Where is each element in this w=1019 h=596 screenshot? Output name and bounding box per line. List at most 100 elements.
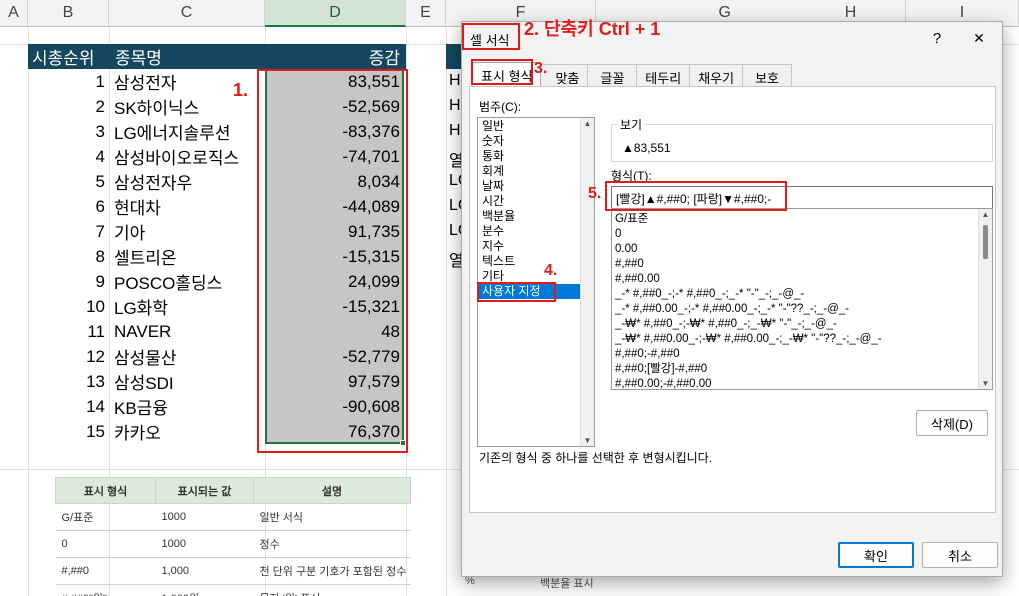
annotation-step2: 2. 단축키 Ctrl + 1 [524, 19, 661, 39]
rank-cell[interactable]: 5 [28, 169, 109, 194]
stock-name-cell[interactable]: NAVER [114, 319, 265, 344]
stock-name-cell[interactable]: 삼성물산 [114, 344, 265, 369]
format-item[interactable]: _-₩* #,##0_-;-₩* #,##0_-;_-₩* "-"_-;_-@_… [612, 317, 992, 332]
stock-name-cell[interactable]: 셀트리온 [114, 244, 265, 269]
category-item[interactable]: 통화 [478, 149, 594, 164]
annotation-step1: 1. [233, 80, 249, 100]
stock-name-cell[interactable]: 카카오 [114, 419, 265, 444]
cancel-button[interactable]: 취소 [922, 542, 998, 568]
ref-table-cell: 문자 '원' 표시 [253, 584, 411, 596]
category-item[interactable]: 시간 [478, 194, 594, 209]
column-header-c[interactable]: C [109, 0, 265, 27]
rank-cell[interactable]: 10 [28, 294, 109, 319]
stock-name-cell[interactable]: KB금융 [114, 394, 265, 419]
format-item[interactable]: G/표준 [612, 212, 992, 227]
ref-table-cell: 1,000 [155, 557, 254, 585]
ref-table-cell: 0 [55, 530, 156, 558]
close-icon[interactable]: ✕ [966, 26, 992, 50]
hidden-cell[interactable]: H [449, 72, 461, 90]
column-header-b[interactable]: B [28, 0, 109, 27]
ok-button[interactable]: 확인 [838, 542, 914, 568]
annotation-box-category [477, 282, 556, 302]
rank-cell[interactable]: 12 [28, 344, 109, 369]
format-item[interactable]: #,##0;[빨강]-#,##0 [612, 362, 992, 377]
header-name[interactable]: 종목명 [115, 44, 162, 69]
header-rank[interactable]: 시총순위 [32, 44, 95, 69]
stock-name-cell[interactable]: 삼성바이오로직스 [114, 144, 265, 169]
sample-group: 보기 ▲83,551 [611, 116, 993, 162]
ref-table-row: #,##0 1,000 천 단위 구분 기호가 포함된 정수 [55, 557, 411, 585]
rank-cell[interactable]: 13 [28, 369, 109, 394]
rank-cell[interactable]: 15 [28, 419, 109, 444]
format-item[interactable]: #,##0;-#,##0 [612, 347, 992, 362]
annotation-box-range [257, 69, 408, 453]
category-item[interactable]: 지수 [478, 239, 594, 254]
rank-cell[interactable]: 1 [28, 69, 109, 94]
rank-cell[interactable]: 7 [28, 219, 109, 244]
category-item[interactable]: 텍스트 [478, 254, 594, 269]
stock-name-cell[interactable]: 기아 [114, 219, 265, 244]
scroll-down-icon[interactable]: ▼ [979, 379, 992, 388]
tab-fill[interactable]: 채우기 [689, 64, 744, 87]
format-item[interactable]: _-* #,##0_-;-* #,##0_-;_-* "-"_-;_-@_- [612, 287, 992, 302]
category-item[interactable]: 분수 [478, 224, 594, 239]
ref-table-row: #,##0"원"1,000원문자 '원' 표시 [55, 584, 411, 596]
tab-alignment[interactable]: 맞춤 [540, 64, 589, 87]
annotation-box-title [462, 23, 520, 50]
rank-cell[interactable]: 2 [28, 94, 109, 119]
ref-table-row: G/표준 1000 일반 서식 [55, 503, 411, 531]
format-item[interactable]: #,##0.00 [612, 272, 992, 287]
hidden-cell[interactable]: H [449, 97, 461, 115]
ref-table-row: 0 1000 정수 [55, 530, 411, 558]
format-item[interactable]: 0.00 [612, 242, 992, 257]
format-scrollbar[interactable]: ▲ ▼ [978, 209, 992, 389]
scroll-thumb[interactable] [983, 225, 988, 259]
tab-border[interactable]: 테두리 [636, 64, 691, 87]
rank-cell[interactable]: 4 [28, 144, 109, 169]
hidden-cell[interactable]: H [449, 122, 461, 140]
rank-cell[interactable]: 14 [28, 394, 109, 419]
format-list[interactable]: G/표준 0 0.00 #,##0 #,##0.00 _-* #,##0_-;-* #,#… [611, 208, 993, 390]
stock-name-cell[interactable]: POSCO홀딩스 [114, 269, 265, 294]
category-label: 범주(C): [479, 100, 522, 114]
stock-name-cell[interactable]: 삼성전자우 [114, 169, 265, 194]
help-icon[interactable]: ? [924, 26, 950, 50]
category-item[interactable]: 날짜 [478, 179, 594, 194]
format-cells-dialog: 셀 서식 ? ✕ 표시 형식 맞춤 글꼴 테두리 채우기 보호 범주(C): 일… [461, 19, 1003, 577]
column-header-e[interactable]: E [406, 0, 446, 27]
column-header-d[interactable]: D [265, 0, 406, 27]
category-item[interactable]: 숫자 [478, 134, 594, 149]
rank-cell[interactable]: 6 [28, 194, 109, 219]
category-item[interactable]: 회계 [478, 164, 594, 179]
annotation-box-tab [471, 59, 533, 85]
rank-cell[interactable]: 11 [28, 319, 109, 344]
scroll-up-icon[interactable]: ▲ [581, 119, 594, 128]
format-item[interactable]: #,##0 [612, 257, 992, 272]
tab-font[interactable]: 글꼴 [587, 64, 638, 87]
scroll-down-icon[interactable]: ▼ [581, 436, 594, 445]
stock-name-cell[interactable]: 삼성SDI [114, 369, 265, 394]
format-item[interactable]: #,##0.00;-#,##0.00 [612, 377, 992, 389]
rank-cell[interactable]: 3 [28, 119, 109, 144]
ref-header-format: 표시 형식 [55, 477, 156, 504]
tab-protection[interactable]: 보호 [742, 64, 792, 87]
rank-cell[interactable]: 9 [28, 269, 109, 294]
format-item[interactable]: 0 [612, 227, 992, 242]
delete-button[interactable]: 삭제(D) [916, 410, 988, 436]
ref-table-cell: 1000 [155, 503, 254, 531]
sample-value: ▲83,551 [622, 141, 671, 155]
format-item[interactable]: _-* #,##0.00_-;-* #,##0.00_-;_-* "-"??_-… [612, 302, 992, 317]
rank-cell[interactable]: 8 [28, 244, 109, 269]
header-change[interactable]: 증감 [369, 44, 400, 69]
category-scrollbar[interactable]: ▲ ▼ [580, 118, 594, 446]
category-item[interactable]: 백분율 [478, 209, 594, 224]
format-item[interactable]: _-₩* #,##0.00_-;-₩* #,##0.00_-;_-₩* "-"?… [612, 332, 992, 347]
behind-text-percent-desc: 백분율 표시 [540, 578, 594, 590]
scroll-up-icon[interactable]: ▲ [979, 210, 992, 219]
stock-name-cell[interactable]: 현대차 [114, 194, 265, 219]
column-header-a[interactable]: A [0, 0, 28, 27]
stock-name-cell[interactable]: LG에너지솔루션 [114, 119, 265, 144]
stock-name-cell[interactable]: LG화학 [114, 294, 265, 319]
ref-table-cell: 천 단위 구분 기호가 포함된 정수 [253, 557, 411, 585]
category-item[interactable]: 일반 [478, 119, 594, 134]
